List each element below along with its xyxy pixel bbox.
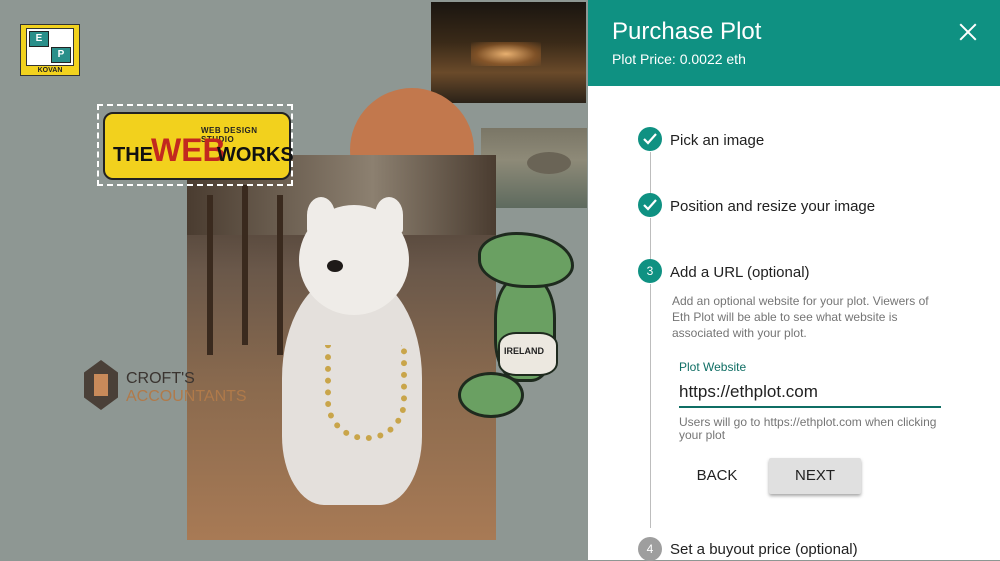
step-connector — [650, 284, 651, 528]
hippo-shape — [527, 152, 571, 174]
dog-photo-chair — [207, 195, 213, 355]
step-3-label: Add a URL (optional) — [670, 264, 810, 281]
step-4-label: Set a buyout price (optional) — [670, 541, 858, 558]
next-button[interactable]: NEXT — [769, 458, 861, 494]
webworks-works: WORKS — [217, 144, 294, 166]
network-label: KOVAN — [37, 67, 63, 74]
logo-cell-e: E — [29, 31, 49, 47]
dog-nose — [327, 260, 343, 272]
dino-head — [478, 232, 574, 288]
webworks-logo: WEB DESIGN STUDIO THE WEB WORKS — [103, 112, 294, 180]
plot-image-crofts-accountants[interactable]: CROFT'S ACCOUNTANTS — [84, 358, 247, 412]
dino-shirt-text: IRELAND — [504, 346, 544, 356]
logo-cell-p: P — [51, 47, 71, 63]
panel-header: Purchase Plot Plot Price: 0.0022 eth — [588, 0, 1000, 86]
logo-grid: E P — [26, 28, 74, 66]
check-icon — [638, 193, 662, 217]
app-logo[interactable]: E P KOVAN — [20, 24, 80, 76]
plot-price: Plot Price: 0.0022 eth — [612, 51, 746, 67]
panel-title: Purchase Plot — [612, 18, 762, 45]
plot-image-night-street[interactable] — [431, 2, 586, 103]
webworks-web: WEB — [151, 132, 226, 168]
step-4-number: 4 — [638, 537, 662, 561]
step-2-label: Position and resize your image — [670, 198, 876, 215]
plot-image-dinosaur[interactable]: IRELAND — [458, 232, 578, 442]
plot-image-dog[interactable] — [187, 155, 496, 540]
step-3-description: Add an optional website for your plot. V… — [672, 294, 929, 340]
street-light — [471, 42, 541, 66]
step-connector — [650, 152, 651, 194]
plot-image-hippo[interactable] — [481, 128, 587, 208]
plot-website-label: Plot Website — [679, 360, 747, 374]
crofts-subtitle: ACCOUNTANTS — [126, 388, 247, 405]
plot-canvas[interactable]: E P KOVAN WEB DESIGN STUDIO THE WEB WORK… — [0, 0, 588, 560]
webworks-the: THE — [113, 144, 153, 166]
check-icon — [638, 127, 662, 151]
purchase-panel: Purchase Plot Plot Price: 0.0022 eth Pic… — [588, 0, 1000, 561]
dog-chain — [325, 345, 407, 441]
step-1-label: Pick an image — [670, 132, 765, 149]
crofts-name: CROFT'S — [126, 370, 195, 387]
back-button[interactable]: BACK — [680, 458, 754, 494]
close-icon[interactable] — [954, 18, 982, 46]
plot-image-webworks-selected[interactable]: WEB DESIGN STUDIO THE WEB WORKS — [97, 104, 294, 186]
plot-website-input[interactable] — [679, 378, 941, 408]
dog-head — [299, 205, 409, 315]
crofts-logo-icon — [84, 360, 118, 410]
step-3-number: 3 — [638, 259, 662, 283]
plot-website-help: Users will go to https://ethplot.com whe… — [679, 415, 937, 442]
step-connector — [650, 218, 651, 260]
